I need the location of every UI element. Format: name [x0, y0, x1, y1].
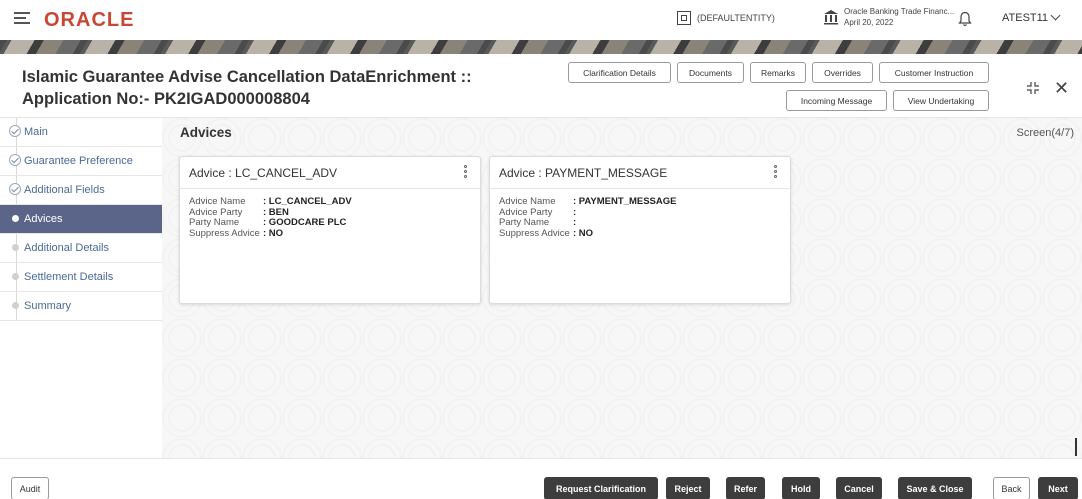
scrollbar[interactable]	[1075, 438, 1077, 456]
nav-item-label: Advices	[24, 213, 63, 225]
main-content: Advices Screen(4/7) Advice : LC_CANCEL_A…	[162, 118, 1082, 458]
field-label: Suppress Advice	[499, 227, 570, 239]
page-header: Islamic Guarantee Advise Cancellation Da…	[0, 54, 1082, 118]
user-menu[interactable]: ATEST11	[1002, 10, 1061, 24]
hamburger-menu-icon[interactable]	[14, 12, 30, 26]
entity-icon	[677, 11, 691, 25]
current-step-dot-icon	[12, 215, 19, 222]
application-number: Application No:- PK2IGAD000008804	[22, 90, 310, 108]
branch-info[interactable]: Oracle Banking Trade Financ... April 20,…	[823, 6, 954, 28]
field-value: : NO	[573, 227, 594, 239]
field-value: : GOODCARE PLC	[263, 217, 347, 228]
customer-instruction-button[interactable]: Customer Instruction	[879, 62, 989, 83]
step-dot-icon	[12, 244, 19, 251]
step-dot-icon	[12, 273, 19, 280]
nav-item-advices[interactable]: Advices	[0, 205, 162, 234]
chevron-down-icon	[1050, 10, 1061, 21]
expand-icon[interactable]	[1027, 82, 1039, 94]
check-circle-icon	[9, 125, 21, 137]
bank-icon	[824, 10, 838, 25]
hold-button[interactable]: Hold	[782, 477, 820, 499]
section-title: Advices	[180, 125, 232, 140]
back-button[interactable]: Back	[993, 477, 1030, 499]
nav-item-main[interactable]: Main	[0, 118, 162, 147]
kebab-menu-icon[interactable]	[774, 165, 778, 181]
nav-item-label: Guarantee Preference	[24, 155, 133, 167]
entity-label: (DEFAULTENTITY)	[697, 13, 775, 23]
field-value: : LC_CANCEL_ADV	[263, 196, 352, 207]
oracle-logo: ORACLE	[44, 9, 135, 31]
view-undertaking-button[interactable]: View Undertaking	[893, 90, 989, 111]
nav-item-guarantee-preference[interactable]: Guarantee Preference	[0, 147, 162, 176]
bell-icon[interactable]	[958, 11, 972, 27]
cancel-button[interactable]: Cancel	[836, 477, 882, 499]
check-circle-icon	[9, 154, 21, 166]
field-label: Suppress Advice	[189, 227, 260, 239]
nav-item-label: Settlement Details	[24, 271, 114, 283]
kebab-menu-icon[interactable]	[464, 165, 468, 181]
advice-card-title: Advice : LC_CANCEL_ADV	[189, 165, 338, 180]
field-label: Advice Name	[499, 196, 556, 207]
nav-item-summary[interactable]: Summary	[0, 292, 162, 321]
nav-item-label: Main	[24, 126, 48, 138]
screen-indicator: Screen(4/7)	[1016, 127, 1074, 139]
page-title-line1: Islamic Guarantee Advise Cancellation Da…	[22, 68, 472, 86]
clarification-details-button[interactable]: Clarification Details	[568, 62, 671, 83]
check-circle-icon	[9, 183, 21, 195]
nav-item-label: Summary	[24, 300, 72, 312]
bank-name: Oracle Banking Trade Financ...	[844, 7, 955, 16]
close-icon[interactable]: ✕	[1054, 78, 1069, 99]
refer-button[interactable]: Refer	[726, 477, 765, 499]
documents-button[interactable]: Documents	[677, 62, 744, 83]
user-name: ATEST11	[1002, 12, 1049, 24]
audit-button[interactable]: Audit	[11, 477, 49, 499]
next-button[interactable]: Next	[1038, 477, 1078, 499]
step-dot-icon	[12, 302, 19, 309]
nav-item-additional-fields[interactable]: Additional Fields	[0, 176, 162, 205]
nav-item-settlement-details[interactable]: Settlement Details	[0, 263, 162, 292]
save-close-button[interactable]: Save & Close	[898, 477, 972, 499]
remarks-button[interactable]: Remarks	[750, 62, 806, 83]
field-label: Advice Name	[189, 196, 246, 207]
entity-selector[interactable]: (DEFAULTENTITY)	[677, 11, 775, 25]
nav-item-label: Additional Fields	[24, 184, 105, 196]
advice-card: Advice : PAYMENT_MESSAGE Advice Name : PA…	[489, 156, 791, 304]
request-clarification-button[interactable]: Request Clarification	[544, 477, 658, 499]
footer-bar: Audit Request Clarification Reject Refer…	[0, 458, 1082, 499]
nav-item-label: Additional Details	[24, 242, 109, 254]
field-label: Party Name	[189, 217, 240, 228]
field-value: : NO	[263, 227, 284, 239]
advice-card-title: Advice : PAYMENT_MESSAGE	[499, 165, 668, 180]
field-value: :	[573, 217, 577, 228]
field-value: : PAYMENT_MESSAGE	[573, 196, 677, 207]
top-bar: ORACLE (DEFAULTENTITY) Oracle Banking Tr…	[0, 0, 1082, 40]
bank-date: April 20, 2022	[844, 18, 894, 27]
incoming-message-button[interactable]: Incoming Message	[786, 90, 887, 111]
field-label: Party Name	[499, 217, 550, 228]
page-title: Islamic Guarantee Advise Cancellation Da…	[22, 66, 472, 110]
advice-card: Advice : LC_CANCEL_ADV Advice Name : LC_C…	[179, 156, 481, 304]
overrides-button[interactable]: Overrides	[812, 62, 873, 83]
nav-item-additional-details[interactable]: Additional Details	[0, 234, 162, 263]
reject-button[interactable]: Reject	[666, 477, 710, 499]
wizard-nav: Main Guarantee Preference Additional Fie…	[0, 118, 162, 458]
decorative-banner	[0, 40, 1082, 54]
